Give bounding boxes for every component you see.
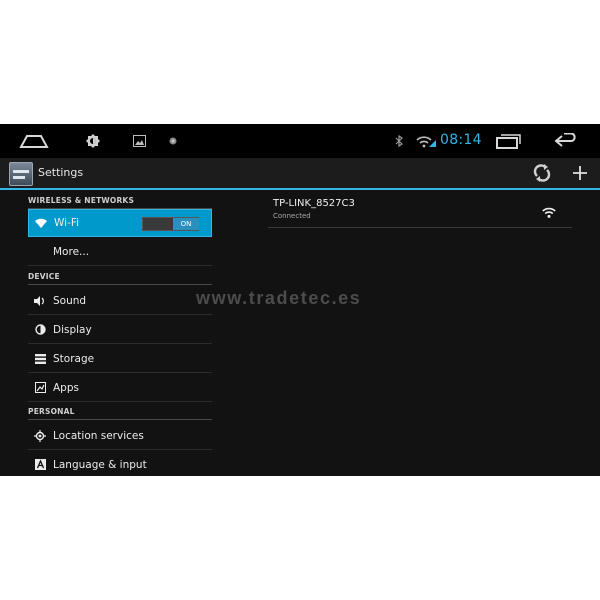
- watermark: www.tradetec.es: [196, 288, 362, 308]
- section-header-device: DEVICE: [28, 268, 212, 285]
- action-bar: Settings: [0, 158, 600, 190]
- settings-item-sound[interactable]: Sound: [28, 287, 212, 315]
- settings-item-label: Display: [53, 323, 92, 336]
- app-title: Settings: [38, 166, 84, 179]
- location-icon: [34, 429, 46, 442]
- section-header-personal: PERSONAL: [28, 403, 212, 420]
- settings-item-label: Location services: [53, 429, 144, 442]
- recent-apps-icon[interactable]: [493, 124, 523, 158]
- notification-dot-icon: [167, 124, 179, 158]
- speaker-icon: [34, 295, 46, 307]
- add-icon[interactable]: [570, 163, 590, 187]
- settings-app-icon[interactable]: [9, 162, 33, 186]
- settings-item-label: Apps: [53, 381, 79, 394]
- wifi-icon: [35, 217, 47, 229]
- display-brightness-icon: [34, 324, 46, 336]
- network-status: Connected: [273, 212, 311, 220]
- network-ssid: TP-LINK_8527C3: [273, 198, 355, 209]
- refresh-icon[interactable]: [533, 164, 551, 186]
- wifi-toggle[interactable]: ON: [142, 217, 199, 231]
- gallery-icon: [131, 124, 147, 158]
- home-icon[interactable]: [16, 124, 52, 158]
- system-bar: 08:14: [0, 124, 600, 158]
- section-header-wireless: WIRELESS & NETWORKS: [28, 192, 212, 209]
- wifi-signal-icon: [542, 203, 556, 222]
- apps-icon: [34, 382, 46, 394]
- settings-item-language[interactable]: Language & input: [28, 451, 212, 476]
- settings-item-display[interactable]: Display: [28, 316, 212, 344]
- settings-item-label: Storage: [53, 352, 95, 365]
- settings-item-label: More...: [53, 245, 90, 258]
- clock: 08:14: [440, 132, 482, 148]
- brightness-icon: [84, 124, 102, 158]
- wifi-status-icon: [415, 124, 437, 158]
- storage-icon: [34, 353, 46, 365]
- settings-item-location[interactable]: Location services: [28, 422, 212, 450]
- wifi-network-item[interactable]: TP-LINK_8527C3 Connected: [268, 196, 572, 228]
- settings-item-apps[interactable]: Apps: [28, 374, 212, 402]
- android-screen: 08:14 Settings WIRELESS & NETWORKS Wi-Fi: [0, 124, 600, 476]
- settings-item-label: Language & input: [53, 458, 147, 471]
- settings-item-more[interactable]: More...: [28, 238, 212, 266]
- back-icon[interactable]: [552, 124, 582, 158]
- language-icon: [34, 459, 46, 471]
- wifi-toggle-state: ON: [173, 218, 199, 230]
- settings-item-wifi[interactable]: Wi-Fi ON: [28, 209, 212, 237]
- settings-item-storage[interactable]: Storage: [28, 345, 212, 373]
- bluetooth-icon: [393, 124, 405, 158]
- settings-list: WIRELESS & NETWORKS Wi-Fi ON More... DEV…: [0, 190, 222, 476]
- settings-item-label: Sound: [53, 294, 87, 307]
- settings-item-label: Wi-Fi: [54, 217, 80, 229]
